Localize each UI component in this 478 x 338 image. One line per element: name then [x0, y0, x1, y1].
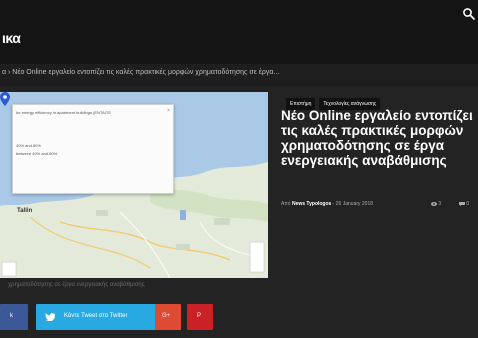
share-facebook-button[interactable]: k [0, 304, 28, 330]
map-info-popup: for energy efficiency in apartment build… [12, 104, 174, 194]
top-bar: ικα [0, 0, 478, 64]
close-icon[interactable]: × [167, 108, 170, 114]
popup-title: for energy efficiency in apartment build… [16, 110, 112, 115]
share-twitter-button[interactable]: Κάντε Tweet στο Twitter [36, 304, 157, 330]
site-logo[interactable]: ικα [2, 30, 21, 46]
share-pinterest-button[interactable]: P [187, 304, 213, 330]
share-pinterest-label: P [197, 313, 202, 319]
article-main: for energy efficiency in apartment build… [0, 86, 478, 338]
comment-count[interactable]: 0 [459, 201, 469, 207]
featured-image-map[interactable]: for energy efficiency in apartment build… [0, 92, 268, 278]
twitter-bird-icon [45, 313, 55, 321]
map-city-label: Tallin [17, 208, 33, 214]
share-googleplus-button[interactable]: G+ [155, 304, 181, 330]
publish-date: - 26 January 2018 [332, 201, 374, 207]
article-title: Νέο Online εργαλείο εντοπίζει τις καλές … [281, 108, 473, 168]
comment-icon [459, 201, 465, 206]
article-meta: Από News Typologos - 26 January 2018 3 0 [281, 201, 478, 207]
map-pin-icon[interactable] [0, 92, 10, 106]
breadcrumb-bar: α › Νέο Online εργαλείο εντοπίζει τις κα… [0, 64, 478, 86]
author-link[interactable]: News Typologos [292, 201, 331, 207]
comment-count-value: 0 [466, 201, 470, 207]
eye-icon [431, 201, 437, 206]
image-caption: χρηματοδότησης σε έργα ενεργειακής αναβά… [8, 282, 145, 288]
search-icon[interactable] [462, 7, 476, 21]
view-count-value: 3 [438, 201, 442, 207]
popup-line: 40% and 80% [16, 143, 41, 148]
share-facebook-label: k [10, 313, 13, 319]
meta-prefix: Από [281, 201, 291, 207]
view-count: 3 [431, 201, 441, 207]
breadcrumb[interactable]: α › Νέο Online εργαλείο εντοπίζει τις κα… [2, 69, 279, 76]
share-twitter-label: Κάντε Tweet στο Twitter [64, 313, 128, 319]
popup-line: between 40% and 80% [16, 151, 58, 156]
share-googleplus-label: G+ [162, 313, 171, 319]
